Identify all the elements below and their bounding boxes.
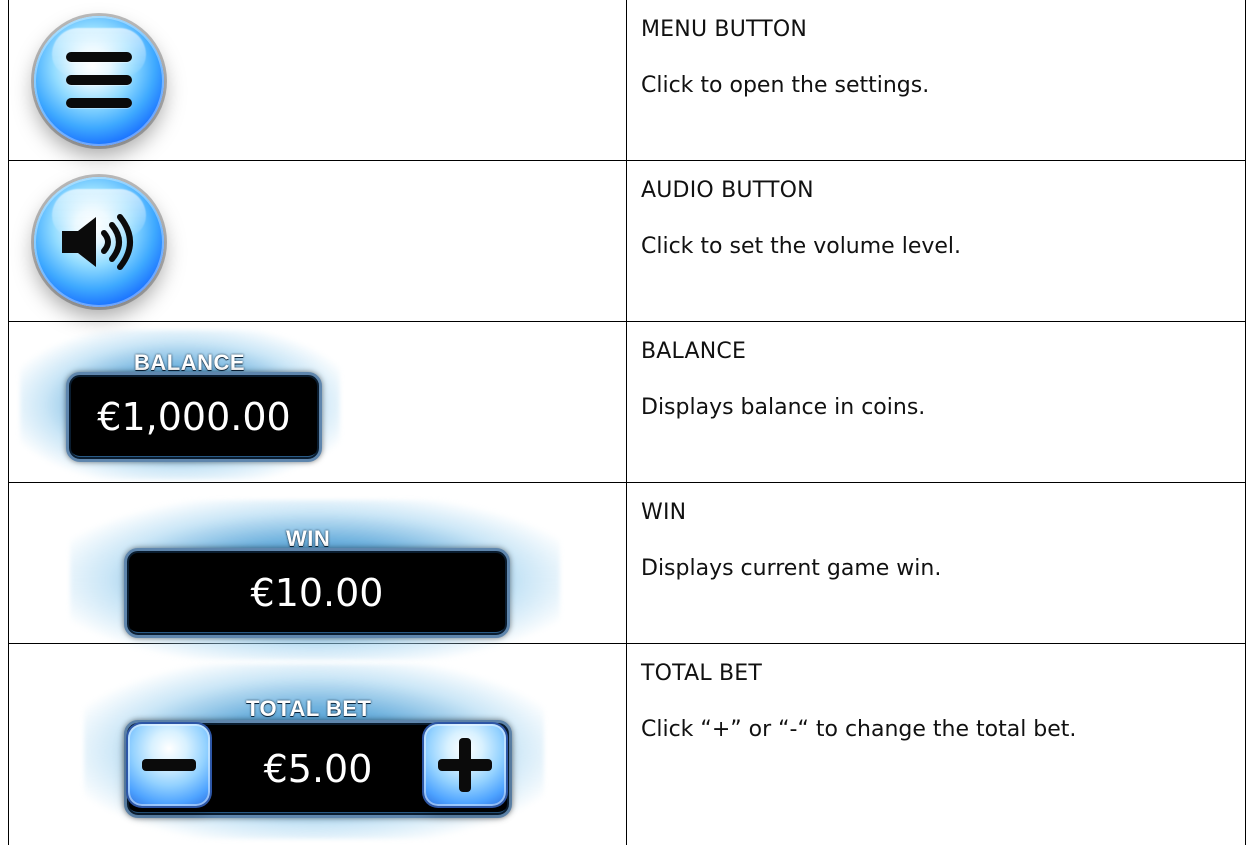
minus-icon — [142, 759, 196, 771]
row-title: WIN — [641, 500, 687, 525]
win-display: €10.00 — [124, 548, 510, 638]
row-title: MENU BUTTON — [641, 17, 808, 42]
total-bet-label: TOTAL BET — [246, 696, 372, 721]
row-description: Displays current game win. — [641, 556, 942, 581]
row-description: Click to set the volume level. — [641, 234, 962, 259]
row-description: Click “+” or “-“ to change the total bet… — [641, 717, 1077, 742]
help-row-menu: MENU BUTTON Click to open the settings. — [9, 0, 1245, 161]
menu-button[interactable] — [34, 16, 164, 146]
hamburger-menu-icon — [66, 52, 132, 108]
increase-bet-button[interactable] — [424, 724, 506, 806]
row-description: Displays balance in coins. — [641, 395, 926, 420]
row-title: AUDIO BUTTON — [641, 178, 814, 203]
plus-icon — [438, 738, 492, 792]
row-title: TOTAL BET — [641, 661, 763, 686]
total-bet-value: €5.00 — [263, 747, 373, 791]
row-description: Click to open the settings. — [641, 73, 930, 98]
help-row-audio: AUDIO BUTTON Click to set the volume lev… — [9, 161, 1245, 322]
decrease-bet-button[interactable] — [128, 724, 210, 806]
row-title: BALANCE — [641, 339, 747, 364]
speaker-icon — [62, 214, 133, 270]
balance-display: €1,000.00 — [66, 372, 322, 462]
audio-button[interactable] — [34, 177, 164, 307]
